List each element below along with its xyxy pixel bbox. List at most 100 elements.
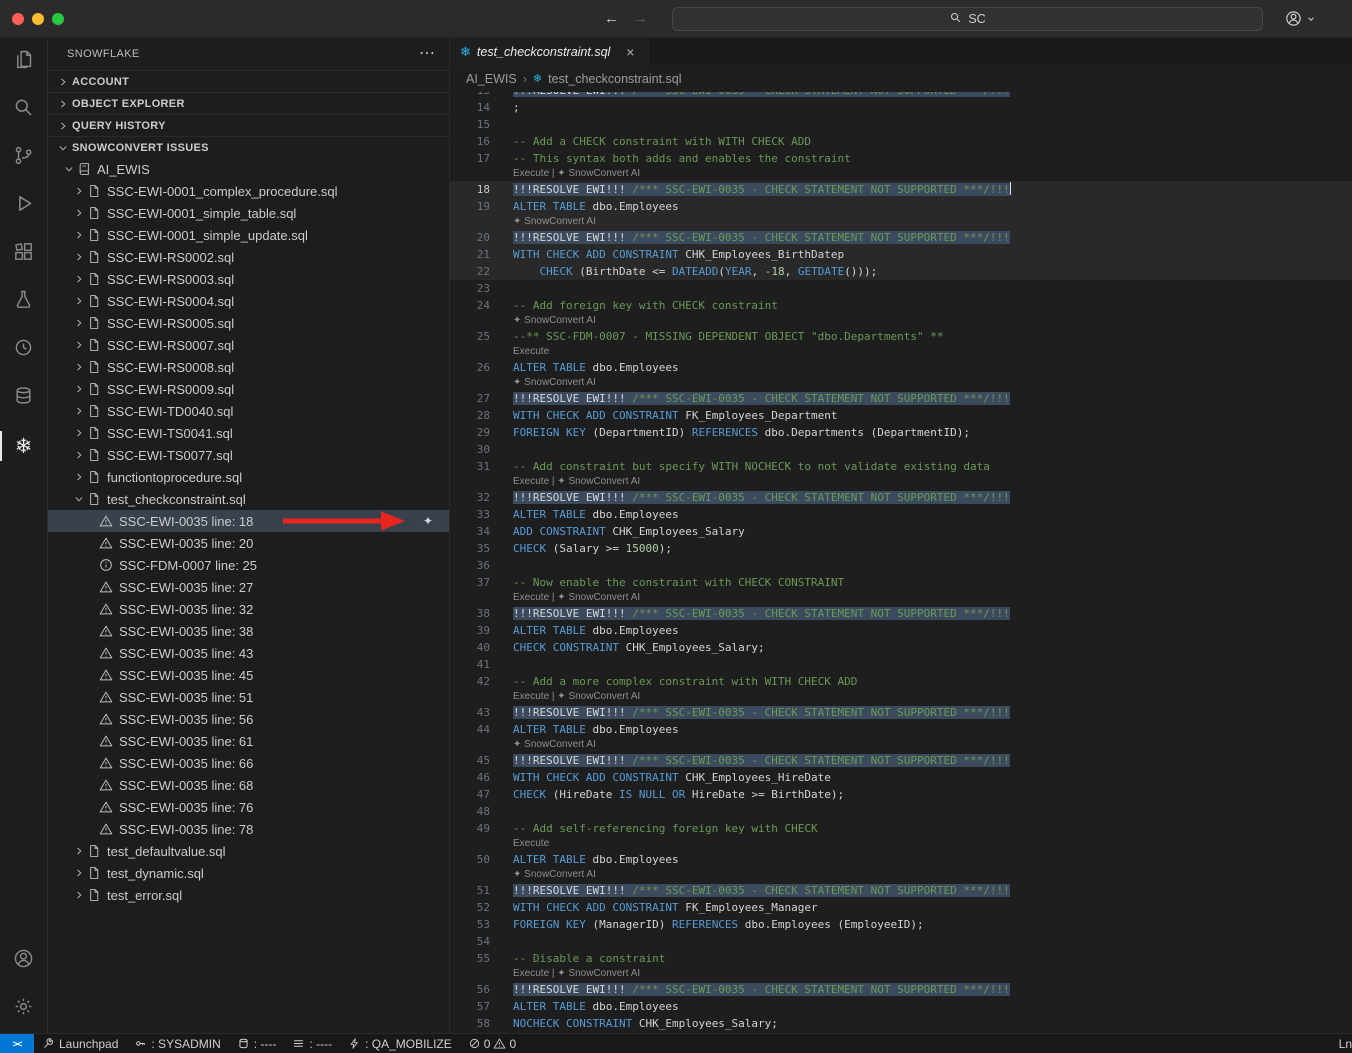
issue-item-ssc-ewi-0035-line-51[interactable]: SSC-EWI-0035 line: 51 [48, 686, 449, 708]
codelens[interactable]: Execute | ✦ SnowConvert AI [513, 967, 640, 981]
code-line-33[interactable]: 33ALTER TABLE dbo.Employees [450, 506, 1352, 523]
codelens[interactable]: Execute | ✦ SnowConvert AI [513, 475, 640, 489]
code-line-46[interactable]: 46WITH CHECK ADD CONSTRAINT CHK_Employee… [450, 769, 1352, 786]
codelens[interactable]: Execute | ✦ SnowConvert AI [513, 167, 640, 181]
tab-test-checkconstraint[interactable]: ❄ test_checkconstraint.sql × [450, 38, 649, 65]
activitybar-snowflake[interactable]: ❄ [0, 422, 47, 470]
activitybar-run-debug[interactable] [0, 182, 47, 230]
code-line-20[interactable]: 20!!!RESOLVE EWI!!! /*** SSC-EWI-0035 - … [450, 229, 1352, 246]
statusbar-[interactable]: : ---- [229, 1034, 285, 1053]
code-line-25[interactable]: 25--** SSC-FDM-0007 - MISSING DEPENDENT … [450, 328, 1352, 345]
code-line-57[interactable]: 57ALTER TABLE dbo.Employees [450, 998, 1352, 1015]
account-menu[interactable] [1284, 9, 1316, 28]
code-line-45[interactable]: 45!!!RESOLVE EWI!!! /*** SSC-EWI-0035 - … [450, 752, 1352, 769]
code-line-35[interactable]: 35CHECK (Salary >= 15000); [450, 540, 1352, 557]
statusbar-[interactable]: : ---- [284, 1034, 340, 1053]
code-line-49[interactable]: 49-- Add self-referencing foreign key wi… [450, 820, 1352, 837]
codelens[interactable]: ✦ SnowConvert AI [513, 314, 596, 328]
code-line-58[interactable]: 58NOCHECK CONSTRAINT CHK_Employees_Salar… [450, 1015, 1352, 1032]
code-line-18[interactable]: 18!!!RESOLVE EWI!!! /*** SSC-EWI-0035 - … [450, 181, 1352, 198]
code-line-26[interactable]: 26ALTER TABLE dbo.Employees [450, 359, 1352, 376]
issue-item-ssc-ewi-0035-line-27[interactable]: SSC-EWI-0035 line: 27 [48, 576, 449, 598]
code-line-15[interactable]: 15 [450, 116, 1352, 133]
code-line-36[interactable]: 36 [450, 557, 1352, 574]
code-line-23[interactable]: 23 [450, 280, 1352, 297]
issue-item-ssc-ewi-0035-line-18[interactable]: SSC-EWI-0035 line: 18✦ [48, 510, 449, 532]
forward-button[interactable]: → [633, 10, 648, 27]
code-line-28[interactable]: 28WITH CHECK ADD CONSTRAINT FK_Employees… [450, 407, 1352, 424]
code-line-41[interactable]: 41 [450, 656, 1352, 673]
activitybar-settings[interactable] [0, 985, 47, 1033]
tree-item-ssc-ewi-0001-simple-update-sql[interactable]: SSC-EWI-0001_simple_update.sql [48, 224, 449, 246]
tree-item-ssc-ewi-ts0077-sql[interactable]: SSC-EWI-TS0077.sql [48, 444, 449, 466]
codelens[interactable]: Execute | ✦ SnowConvert AI [513, 690, 640, 704]
code-line-16[interactable]: 16-- Add a CHECK constraint with WITH CH… [450, 133, 1352, 150]
code-line-31[interactable]: 31-- Add constraint but specify WITH NOC… [450, 458, 1352, 475]
zoom-window-button[interactable] [52, 13, 64, 25]
issue-item-ssc-ewi-0035-line-43[interactable]: SSC-EWI-0035 line: 43 [48, 642, 449, 664]
breadcrumb-folder[interactable]: AI_EWIS [466, 72, 517, 86]
tree-item-test-error-sql[interactable]: test_error.sql [48, 884, 449, 906]
section-object-explorer[interactable]: OBJECT EXPLORER [48, 92, 449, 114]
code-line-43[interactable]: 43!!!RESOLVE EWI!!! /*** SSC-EWI-0035 - … [450, 704, 1352, 721]
code-line-14[interactable]: 14; [450, 99, 1352, 116]
issue-item-ssc-ewi-0035-line-20[interactable]: SSC-EWI-0035 line: 20 [48, 532, 449, 554]
close-window-button[interactable] [12, 13, 24, 25]
code-line-55[interactable]: 55-- Disable a constraint [450, 950, 1352, 967]
remote-indicator[interactable]: >< [0, 1034, 34, 1053]
issue-item-ssc-ewi-0035-line-66[interactable]: SSC-EWI-0035 line: 66 [48, 752, 449, 774]
code-line-24[interactable]: 24-- Add foreign key with CHECK constrai… [450, 297, 1352, 314]
activitybar-extensions[interactable] [0, 230, 47, 278]
tree-item-test-checkconstraint-sql[interactable]: test_checkconstraint.sql [48, 488, 449, 510]
tree-item-ssc-ewi-ts0041-sql[interactable]: SSC-EWI-TS0041.sql [48, 422, 449, 444]
code-line-44[interactable]: 44ALTER TABLE dbo.Employees [450, 721, 1352, 738]
code-line-50[interactable]: 50ALTER TABLE dbo.Employees [450, 851, 1352, 868]
codelens[interactable]: Execute | ✦ SnowConvert AI [513, 591, 640, 605]
activitybar-account[interactable] [0, 937, 47, 985]
code-line-38[interactable]: 38!!!RESOLVE EWI!!! /*** SSC-EWI-0035 - … [450, 605, 1352, 622]
code-line-39[interactable]: 39ALTER TABLE dbo.Employees [450, 622, 1352, 639]
code-line-29[interactable]: 29FOREIGN KEY (DepartmentID) REFERENCES … [450, 424, 1352, 441]
cursor-position-indicator[interactable]: Ln [1333, 1034, 1352, 1053]
code-line-56[interactable]: 56!!!RESOLVE EWI!!! /*** SSC-EWI-0035 - … [450, 981, 1352, 998]
tree-item-ssc-ewi-rs0005-sql[interactable]: SSC-EWI-RS0005.sql [48, 312, 449, 334]
activitybar-database[interactable] [0, 374, 47, 422]
code-line-42[interactable]: 42-- Add a more complex constraint with … [450, 673, 1352, 690]
activitybar-explorer[interactable] [0, 38, 47, 86]
tree-item-ssc-ewi-rs0009-sql[interactable]: SSC-EWI-RS0009.sql [48, 378, 449, 400]
code-line-34[interactable]: 34ADD CONSTRAINT CHK_Employees_Salary [450, 523, 1352, 540]
issue-item-ssc-ewi-0035-line-45[interactable]: SSC-EWI-0035 line: 45 [48, 664, 449, 686]
tree-item-ssc-ewi-rs0008-sql[interactable]: SSC-EWI-RS0008.sql [48, 356, 449, 378]
tree-item-ai-ewis[interactable]: AI_EWIS [48, 158, 449, 180]
minimize-window-button[interactable] [32, 13, 44, 25]
section-query-history[interactable]: QUERY HISTORY [48, 114, 449, 136]
tree-item-ssc-ewi-rs0004-sql[interactable]: SSC-EWI-RS0004.sql [48, 290, 449, 312]
issue-item-ssc-fdm-0007-line-25[interactable]: SSC-FDM-0007 line: 25 [48, 554, 449, 576]
code-line-47[interactable]: 47CHECK (HireDate IS NULL OR HireDate >=… [450, 786, 1352, 803]
issue-item-ssc-ewi-0035-line-56[interactable]: SSC-EWI-0035 line: 56 [48, 708, 449, 730]
activitybar-history[interactable] [0, 326, 47, 374]
issue-item-ssc-ewi-0035-line-68[interactable]: SSC-EWI-0035 line: 68 [48, 774, 449, 796]
problems-indicator[interactable]: 00 [460, 1034, 524, 1053]
tree-item-ssc-ewi-0001-complex-procedure-sql[interactable]: SSC-EWI-0001_complex_procedure.sql [48, 180, 449, 202]
statusbar-launchpad[interactable]: Launchpad [34, 1034, 126, 1053]
issue-item-ssc-ewi-0035-line-76[interactable]: SSC-EWI-0035 line: 76 [48, 796, 449, 818]
activitybar-source-control[interactable] [0, 134, 47, 182]
tree-item-ssc-ewi-td0040-sql[interactable]: SSC-EWI-TD0040.sql [48, 400, 449, 422]
code-line-27[interactable]: 27!!!RESOLVE EWI!!! /*** SSC-EWI-0035 - … [450, 390, 1352, 407]
tree-item-ssc-ewi-rs0007-sql[interactable]: SSC-EWI-RS0007.sql [48, 334, 449, 356]
tree-item-test-defaultvalue-sql[interactable]: test_defaultvalue.sql [48, 840, 449, 862]
statusbar-sysadmin[interactable]: : SYSADMIN [126, 1034, 228, 1053]
code-line-19[interactable]: 19ALTER TABLE dbo.Employees [450, 198, 1352, 215]
tree-item-ssc-ewi-0001-simple-table-sql[interactable]: SSC-EWI-0001_simple_table.sql [48, 202, 449, 224]
code-line-54[interactable]: 54 [450, 933, 1352, 950]
codelens[interactable]: Execute [513, 837, 549, 851]
code-line-53[interactable]: 53FOREIGN KEY (ManagerID) REFERENCES dbo… [450, 916, 1352, 933]
code-line-30[interactable]: 30 [450, 441, 1352, 458]
code-line-13[interactable]: 13!!!RESOLVE EWI!!! /*** SSC-EWI-0035 - … [450, 92, 1352, 99]
code-line-32[interactable]: 32!!!RESOLVE EWI!!! /*** SSC-EWI-0035 - … [450, 489, 1352, 506]
code-line-48[interactable]: 48 [450, 803, 1352, 820]
codelens[interactable]: Execute [513, 345, 549, 359]
codelens[interactable]: ✦ SnowConvert AI [513, 215, 596, 229]
ai-fix-sparkle-icon[interactable]: ✦ [423, 514, 433, 528]
